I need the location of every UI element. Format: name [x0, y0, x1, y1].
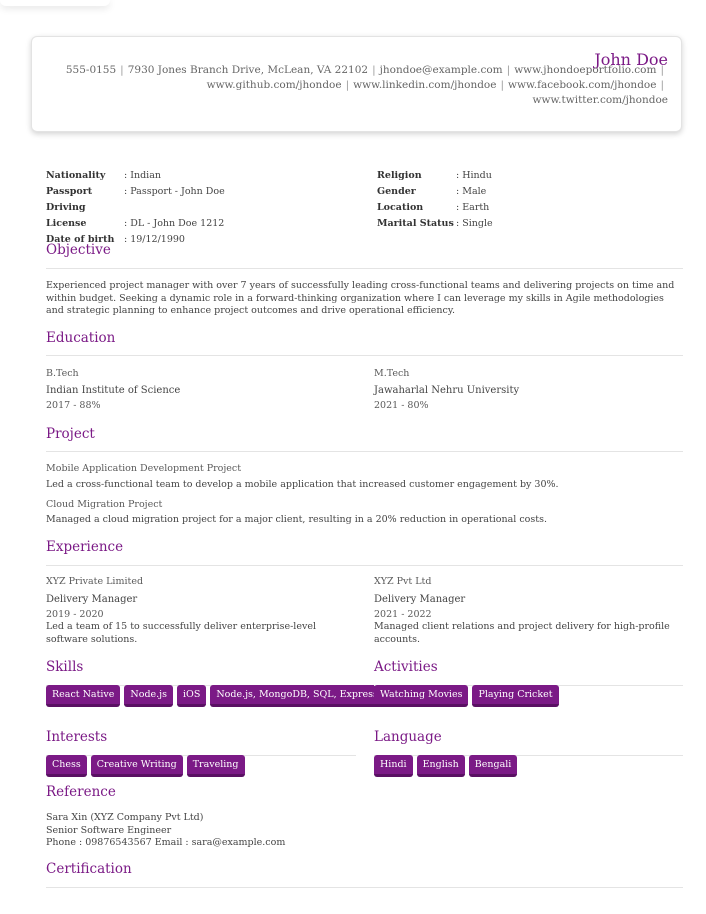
interests-tag-list: Chess Creative Writing Traveling — [46, 755, 245, 777]
job-years: 2021 - 2022 — [374, 609, 432, 620]
project-description: Led a cross-functional team to develop a… — [46, 479, 559, 490]
detail-row-location: Location : Earth — [377, 200, 677, 216]
skills-tag-list: React Native Node.js iOS Node.js, MongoD… — [46, 685, 384, 707]
education-item: B.Tech Indian Institute of Science 2017 … — [46, 368, 346, 412]
detail-value: : Indian — [124, 170, 161, 181]
interests-heading: Interests — [46, 729, 108, 745]
reference-name: Sara Xin (XYZ Company Pvt Ltd) — [46, 812, 204, 823]
detail-label: Gender — [377, 186, 416, 197]
activities-tag-list: Watching Movies Playing Cricket — [374, 685, 559, 707]
school: Indian Institute of Science — [46, 385, 181, 396]
company-name: XYZ Pvt Ltd — [374, 576, 432, 587]
divider — [46, 565, 683, 566]
language-tag: English — [416, 755, 465, 777]
divider — [46, 451, 683, 452]
skill-tag: React Native — [46, 685, 121, 707]
project-heading: Project — [46, 426, 95, 442]
detail-value: : 19/12/1990 — [124, 234, 185, 245]
reference-position: Senior Software Engineer — [46, 824, 172, 836]
detail-row-driving-license: Driving License : DL - John Doe 1212 — [46, 200, 346, 232]
personal-details-left: Nationality : Indian Passport : Passport -… — [46, 168, 346, 248]
linkedin-link[interactable]: www.linkedin.com/jhondoe — [353, 79, 496, 91]
language-heading: Language — [374, 729, 442, 745]
detail-label: Marital Status — [377, 218, 454, 229]
objective-heading: Objective — [46, 242, 111, 258]
degree: M.Tech — [374, 368, 410, 379]
experience-item: XYZ Private Limited Delivery Manager 201… — [46, 576, 356, 646]
detail-row-nationality: Nationality : Indian — [46, 168, 346, 184]
skill-tag: Node.js — [124, 685, 173, 707]
skills-heading: Skills — [46, 659, 84, 675]
contact-line-1: 555-0155 | 7930 Jones Branch Drive, McLean… — [65, 64, 664, 76]
reference-heading: Reference — [46, 784, 116, 800]
detail-row-marital-status: Marital Status: Single — [377, 216, 677, 232]
github-link[interactable]: www.github.com/jhondoe — [207, 79, 342, 91]
experience-heading: Experience — [46, 539, 124, 555]
language-tag-list: Hindi English Bengali — [374, 755, 518, 777]
phone-text: 555-0155 — [65, 64, 117, 76]
education-meta: 2017 - 88% — [46, 400, 101, 411]
job-years: 2019 - 2020 — [46, 609, 104, 620]
project-description: Managed a cloud migration project for a … — [46, 514, 547, 525]
activity-tag: Playing Cricket — [472, 685, 559, 707]
experience-item: XYZ Pvt Ltd Delivery Manager 2021 - 2022… — [374, 576, 674, 646]
detail-value: : Passport - John Doe — [124, 186, 225, 197]
job-role: Delivery Manager — [46, 594, 138, 605]
top-shadow-decoration — [0, 0, 110, 6]
detail-label: Location — [377, 202, 424, 213]
activity-tag: Watching Movies — [374, 685, 469, 707]
education-heading: Education — [46, 330, 116, 346]
portfolio-link[interactable]: www.jhondoeportfolio.com — [514, 64, 656, 76]
objective-text: Experienced project manager with over 7 … — [46, 280, 675, 316]
education-meta: 2021 - 80% — [374, 400, 429, 411]
detail-value: : DL - John Doe 1212 — [124, 218, 225, 229]
activities-heading: Activities — [374, 659, 438, 675]
detail-value: : Male — [456, 186, 487, 197]
job-description: Led a team of 15 to successfully deliver… — [46, 621, 316, 645]
detail-label: Driving License — [46, 202, 87, 229]
skill-tag: iOS — [177, 685, 207, 707]
email-link[interactable]: jhondoe@example.com — [380, 64, 503, 76]
divider — [46, 355, 683, 356]
reference-contact: Phone : 09876543567 Email : sara@example… — [46, 837, 286, 848]
detail-label: Religion — [377, 170, 422, 181]
interest-tag: Chess — [46, 755, 87, 777]
detail-row-religion: Religion : Hindu — [377, 168, 677, 184]
twitter-link[interactable]: www.twitter.com/jhondoe — [532, 94, 668, 106]
certification-heading: Certification — [46, 861, 132, 877]
interest-tag: Traveling — [186, 755, 245, 777]
company-name: XYZ Private Limited — [46, 576, 144, 587]
education-item: M.Tech Jawaharlal Nehru University 2021 … — [374, 368, 674, 412]
interest-tag: Creative Writing — [90, 755, 183, 777]
detail-value: : Earth — [456, 202, 490, 213]
address-text: 7930 Jones Branch Drive, McLean, VA 2210… — [127, 64, 369, 76]
skill-tag: Node.js, MongoDB, SQL, Express — [210, 685, 384, 707]
facebook-link[interactable]: www.facebook.com/jhondoe — [508, 79, 656, 91]
degree: B.Tech — [46, 368, 79, 379]
school: Jawaharlal Nehru University — [374, 385, 520, 396]
detail-row-passport: Passport : Passport - John Doe — [46, 184, 346, 200]
divider — [46, 887, 683, 888]
project-name: Cloud Migration Project — [46, 499, 163, 510]
header-card: John Doe 555-0155 | 7930 Jones Branch Driv… — [31, 36, 682, 132]
divider — [46, 268, 683, 269]
detail-value: : Single — [456, 218, 493, 229]
contact-line-2: www.github.com/jhondoe | www.linkedin.com/… — [206, 79, 664, 91]
detail-label: Passport — [46, 186, 93, 197]
job-role: Delivery Manager — [374, 594, 466, 605]
language-tag: Hindi — [374, 755, 413, 777]
personal-details-right: Religion : Hindu Gender : Male Location : E… — [377, 168, 677, 232]
contact-info: 555-0155 | 7930 Jones Branch Drive, McLean… — [38, 63, 668, 108]
detail-label: Nationality — [46, 170, 106, 181]
job-description: Managed client relations and project del… — [374, 621, 670, 645]
contact-line-3: www.twitter.com/jhondoe — [38, 93, 668, 108]
language-tag: Bengali — [468, 755, 518, 777]
project-name: Mobile Application Development Project — [46, 463, 242, 474]
reference-block: Sara Xin (XYZ Company Pvt Ltd) Senior So… — [46, 812, 285, 850]
detail-row-gender: Gender : Male — [377, 184, 677, 200]
detail-value: : Hindu — [456, 170, 492, 181]
